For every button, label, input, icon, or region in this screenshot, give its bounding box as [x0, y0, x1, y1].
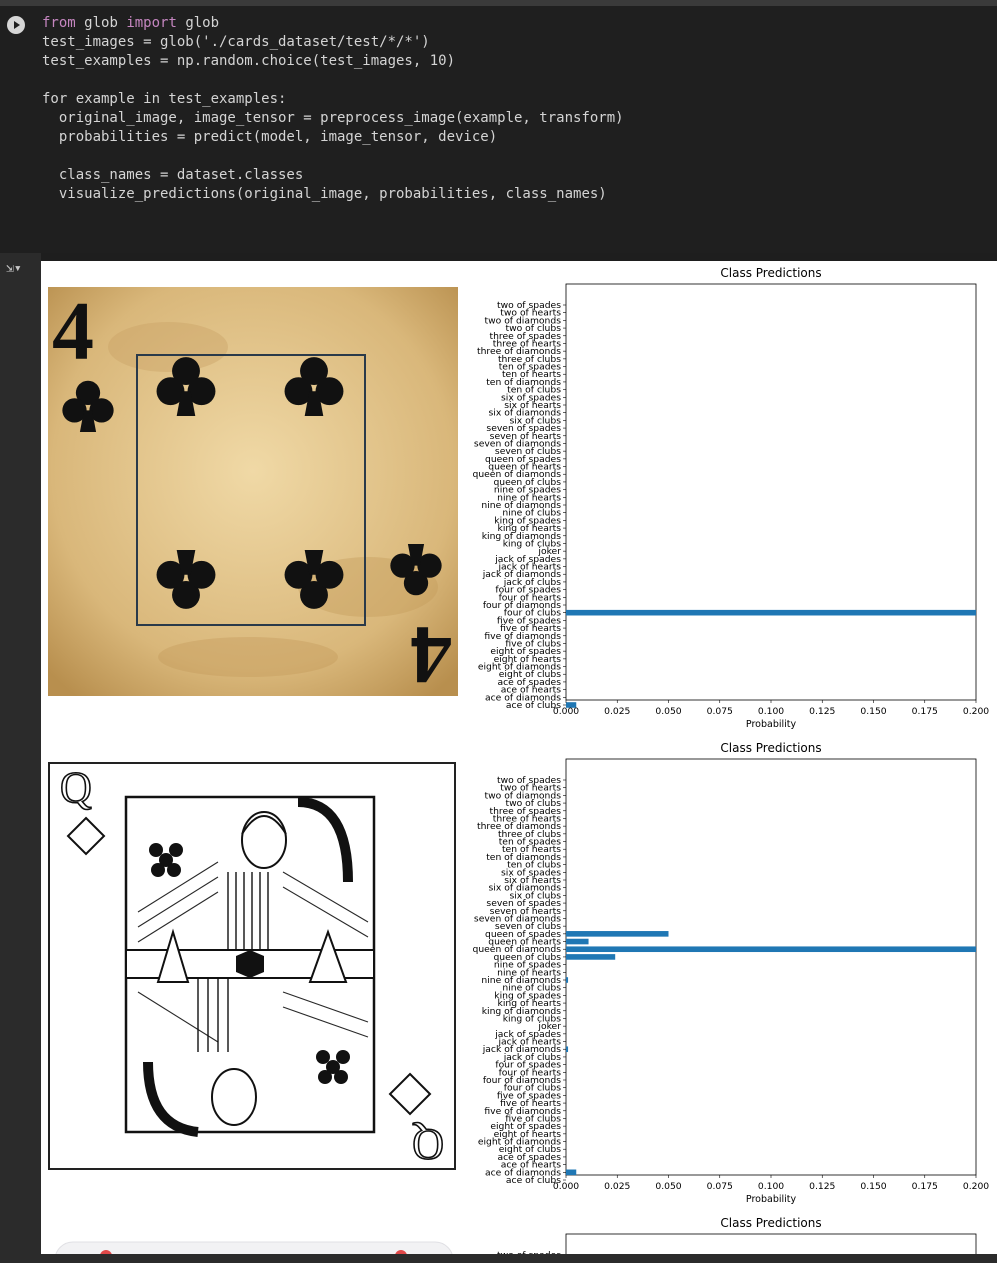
- code-line: visualize_predictions(original_image, pr…: [42, 186, 607, 202]
- class-predictions-chart-3: Class Predictionstwo of spades: [497, 1216, 977, 1254]
- x-tick-label: 0.150: [860, 1181, 886, 1192]
- x-tick-label: 0.125: [809, 1181, 835, 1192]
- code-line: test_examples = np.random.choice(test_im…: [42, 53, 456, 69]
- play-circle-icon[interactable]: [7, 16, 25, 34]
- output-gutter: [0, 253, 41, 1263]
- x-tick-label: 0.025: [604, 706, 630, 717]
- prediction-bar: [566, 977, 569, 983]
- x-tick-label: 0.075: [707, 706, 733, 717]
- bottom-scroll-area: [0, 1254, 997, 1263]
- chart-title: Class Predictions: [720, 266, 821, 280]
- prediction-bar: [566, 609, 976, 616]
- output-toggle-icon[interactable]: ⇲▾: [6, 261, 28, 277]
- code-editor[interactable]: from glob import glob test_images = glob…: [42, 14, 624, 204]
- prediction-bar: [566, 954, 616, 960]
- x-tick-label: 0.200: [963, 706, 989, 717]
- chart-title: Class Predictions: [720, 741, 821, 755]
- code-line: class_names = dataset.classes: [42, 167, 304, 183]
- x-tick-label: 0.025: [604, 1181, 630, 1192]
- prediction-bar: [566, 938, 589, 945]
- code-line: for example in test_examples:: [42, 91, 287, 107]
- x-tick-label: 0.050: [655, 1181, 681, 1192]
- chart-title: Class Predictions: [720, 1216, 821, 1230]
- x-tick-label: 0.075: [707, 1181, 733, 1192]
- x-tick-label: 0.050: [655, 706, 681, 717]
- x-tick-label: 0.000: [553, 1181, 579, 1192]
- plot-frame: [565, 283, 977, 701]
- x-tick-label: 0.000: [553, 706, 579, 717]
- x-tick-label: 0.175: [912, 1181, 938, 1192]
- code-line: test_images = glob('./cards_dataset/test…: [42, 34, 430, 50]
- class-predictions-chart-2: Class Predictionstwo of spadestwo of hea…: [472, 741, 989, 1205]
- code-line: original_image, image_tensor = preproces…: [42, 110, 624, 126]
- prediction-bar: [566, 931, 669, 937]
- x-tick-label: 0.100: [758, 1181, 784, 1192]
- x-axis-label: Probability: [746, 1194, 797, 1205]
- code-line: from glob import glob: [42, 15, 220, 31]
- output-area: 4 4 Class Predictions two of spades two of…: [41, 261, 997, 1254]
- prediction-bar: [566, 1169, 577, 1176]
- class-predictions-chart-1: Class Predictionstwo of spadestwo of hea…: [472, 266, 989, 730]
- code-line: probabilities = predict(model, image_ten…: [42, 129, 498, 145]
- code-cell[interactable]: from glob import glob test_images = glob…: [0, 6, 997, 253]
- x-tick-label: 0.125: [809, 706, 835, 717]
- x-axis-label: Probability: [746, 719, 797, 730]
- plot-frame: [565, 1233, 977, 1254]
- x-tick-label: 0.200: [963, 1181, 989, 1192]
- x-tick-label: 0.175: [912, 706, 938, 717]
- prediction-bar: [566, 1046, 569, 1053]
- x-tick-label: 0.100: [758, 706, 784, 717]
- prediction-bar: [566, 946, 976, 953]
- plot-frame: [565, 758, 977, 1176]
- x-tick-label: 0.150: [860, 706, 886, 717]
